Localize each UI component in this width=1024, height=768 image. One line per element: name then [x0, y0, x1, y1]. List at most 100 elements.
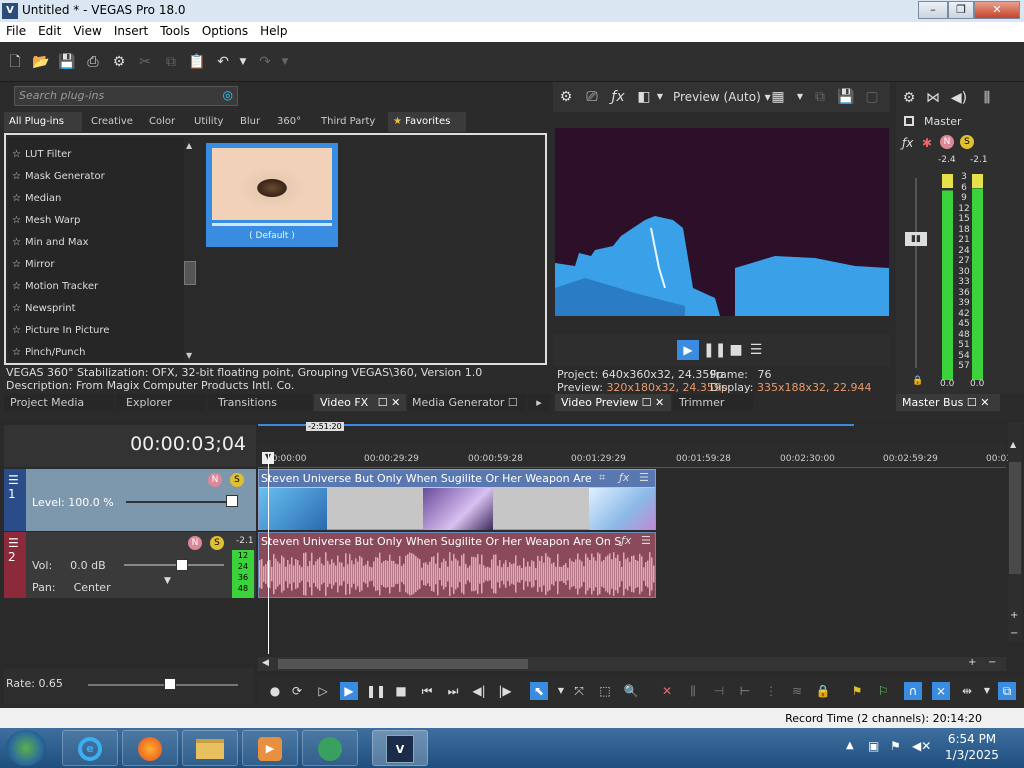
close-icon[interactable]: ✕ [980, 396, 989, 409]
play-icon[interactable]: ▶ [340, 682, 358, 700]
video-fx-icon[interactable]: ƒx [609, 88, 627, 106]
firefox-icon[interactable] [122, 730, 178, 766]
paste-icon[interactable]: 📋 [188, 53, 206, 71]
scroll-thumb[interactable] [184, 261, 196, 285]
normal-edit-tool-icon[interactable]: ⬉ [530, 682, 548, 700]
next-frame-icon[interactable]: |▶ [496, 682, 514, 700]
auto-crossfade-icon[interactable]: ⨯ [932, 682, 950, 700]
zoom-out-icon[interactable]: − [1010, 628, 1018, 639]
trim-start-icon[interactable]: ⊣ [710, 682, 728, 700]
device-output-icon[interactable]: ⎚ [583, 88, 601, 106]
vegas-pro-taskbar-icon[interactable]: V [372, 730, 428, 766]
rate-slider-track[interactable] [88, 684, 238, 686]
scroll-up-icon[interactable]: ▲ [1010, 440, 1016, 449]
scroll-up-icon[interactable]: ▲ [186, 141, 192, 150]
undo-icon[interactable]: ↶ [214, 53, 232, 71]
clip-menu-icon[interactable]: ☰ [641, 534, 651, 547]
timeline-hscroll[interactable]: ◀ + − [258, 657, 1006, 671]
rate-slider-handle[interactable] [164, 678, 176, 690]
go-to-end-icon[interactable]: ⏭ [444, 682, 462, 700]
solo-icon[interactable]: S [960, 135, 974, 149]
list-item[interactable]: ☆ Mirror [12, 255, 54, 275]
bus-routing-icon[interactable]: ⋈ [924, 89, 942, 107]
network-icon[interactable]: ▣ [868, 739, 879, 753]
search-plugins-input[interactable]: Search plug-ins ◎ [14, 86, 238, 106]
copy-snapshot-icon[interactable]: ⧉ [811, 88, 829, 106]
zoom-in-icon[interactable]: + [1010, 610, 1018, 621]
master-checkbox[interactable] [904, 116, 914, 126]
flag-icon[interactable]: ⚑ [890, 739, 901, 753]
level-slider-handle[interactable] [226, 495, 238, 507]
list-item[interactable]: ☆ Median [12, 189, 61, 209]
solo-icon[interactable]: S [210, 536, 224, 550]
speaker-icon[interactable]: ◀) [950, 89, 968, 107]
minimize-button[interactable]: – [918, 1, 948, 19]
tab-blur[interactable]: Blur [235, 112, 265, 132]
ripple-edit-icon[interactable]: ⇹ [958, 682, 976, 700]
record-icon[interactable]: ● [266, 682, 284, 700]
vol-slider-track[interactable] [124, 564, 224, 566]
search-icon[interactable]: ◎ [223, 88, 233, 102]
audio-track-header[interactable]: ☰ 2 N S -2.1 Vol: 0.0 dB Pan: Center ▼ 12 24… [4, 532, 256, 598]
tab-trimmer[interactable]: Trimmer [673, 394, 753, 411]
master-fader-handle[interactable]: ▮▮ [905, 232, 927, 246]
lock-icon[interactable]: 🔒 [912, 376, 923, 386]
maximize-button[interactable]: ❐ [948, 1, 974, 19]
copy-icon[interactable]: ⧉ [162, 53, 180, 71]
media-center-icon[interactable] [302, 730, 358, 766]
close-icon[interactable]: ✕ [391, 396, 400, 409]
list-item[interactable]: ☆ Picture In Picture [12, 321, 109, 341]
preview-quality-dropdown[interactable]: Preview (Auto) ▾ [673, 90, 771, 104]
time-ruler[interactable]: 00:00:00 00:00:29:29 00:00:59:28 00:01:2… [258, 442, 1021, 468]
scroll-left-icon[interactable]: ◀ [262, 658, 269, 668]
marker-icon[interactable]: ⚑ [848, 682, 866, 700]
envelope-tool-icon[interactable]: ⤧ [570, 682, 588, 700]
tab-video-fx[interactable]: Video FX ☐ ✕ [314, 394, 406, 411]
zoom-tool-icon[interactable]: 🔍 [622, 682, 640, 700]
track-menu-icon[interactable]: ☰ [8, 536, 26, 550]
edit-tool-dropdown-icon[interactable]: ▼ [552, 682, 570, 700]
lock-envelopes-icon[interactable]: ⧉ [998, 682, 1016, 700]
pan-slider-handle[interactable]: ▼ [164, 576, 171, 586]
ripple-dropdown-icon[interactable]: ▼ [978, 682, 996, 700]
tab-transitions[interactable]: Transitions [208, 394, 312, 411]
render-icon[interactable]: ⎙ [84, 53, 102, 71]
preview-menu-icon[interactable]: ☰ [747, 341, 765, 359]
menu-view[interactable]: View [67, 22, 107, 40]
master-settings-gear-icon[interactable]: ⚙ [900, 89, 918, 107]
automation-icon[interactable]: ✱ [922, 136, 932, 150]
play-icon[interactable]: ▶ [677, 340, 699, 360]
tab-master-bus[interactable]: Master Bus ☐ ✕ [896, 394, 1000, 411]
loop-icon[interactable]: ⟳ [288, 682, 306, 700]
menu-help[interactable]: Help [254, 22, 293, 40]
pause-icon[interactable]: ❚❚ [366, 682, 386, 700]
file-explorer-icon[interactable] [182, 730, 238, 766]
undock-icon[interactable]: ☐ [378, 396, 388, 409]
open-icon[interactable]: 📂 [32, 53, 50, 71]
track-menu-icon[interactable]: ☰ [8, 473, 26, 487]
media-player-icon[interactable]: ▶ [242, 730, 298, 766]
timeline-vscroll[interactable]: ▲ + − [1008, 422, 1022, 642]
undo-dropdown-icon[interactable]: ▼ [234, 53, 252, 71]
tab-video-preview[interactable]: Video Preview ☐ ✕ [555, 394, 671, 411]
scroll-thumb[interactable] [278, 659, 528, 669]
overlays-grid-icon[interactable]: ▦ [769, 88, 787, 106]
menu-options[interactable]: Options [196, 22, 254, 40]
audio-clip[interactable]: Steven Universe But Only When Sugilite O… [258, 532, 656, 598]
play-from-start-icon[interactable]: ▷ [314, 682, 332, 700]
lock-icon[interactable]: 🔒 [814, 682, 832, 700]
previous-frame-icon[interactable]: ◀| [470, 682, 488, 700]
list-item[interactable]: ☆ Mask Generator [12, 167, 105, 187]
mute-icon[interactable]: N [188, 536, 202, 550]
internet-explorer-icon[interactable]: e [62, 730, 118, 766]
master-fx-icon[interactable]: ƒx [902, 136, 913, 150]
delete-icon[interactable]: ✕ [658, 682, 676, 700]
zoom-out-icon[interactable]: − [988, 657, 996, 668]
scroll-down-icon[interactable]: ▼ [186, 351, 192, 360]
tab-creative[interactable]: Creative [86, 112, 138, 132]
trim-end-icon[interactable]: ⊢ [736, 682, 754, 700]
tab-color[interactable]: Color [144, 112, 180, 132]
menu-file[interactable]: File [0, 22, 32, 40]
new-icon[interactable]: 🗋 [6, 53, 24, 71]
fullscreen-icon[interactable]: ▢ [863, 88, 881, 106]
